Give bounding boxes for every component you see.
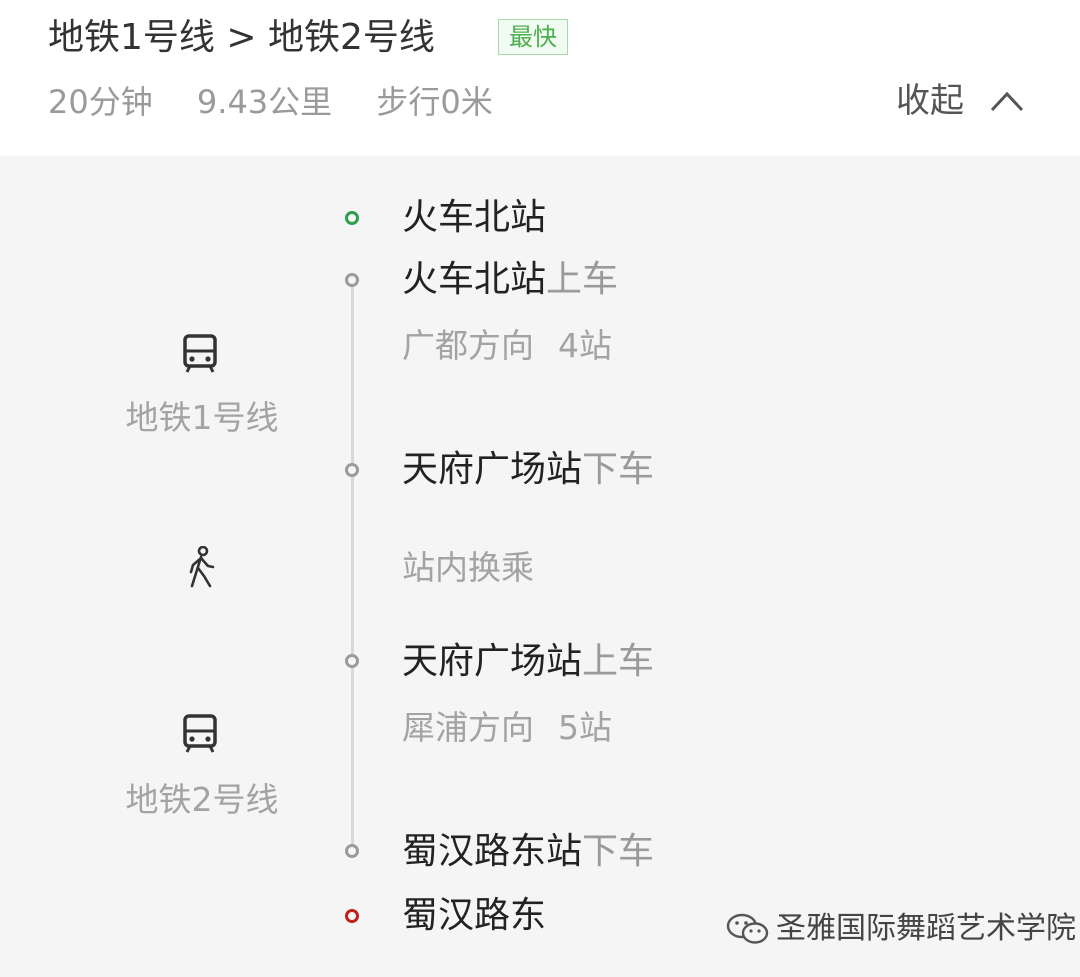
board-stop-line2: 天府广场站上车	[402, 638, 654, 686]
board-station-name: 天府广场站	[402, 641, 583, 682]
watermark-text: 圣雅国际舞蹈艺术学院	[776, 911, 1076, 946]
line-label-line2: 地铁2号线	[125, 780, 279, 819]
end-station: 蜀汉路东	[402, 895, 547, 936]
walking-distance-text: 步行0米	[376, 83, 493, 121]
distance-text: 9.43公里	[196, 83, 333, 121]
route-steps: 火车北站 火车北站上车 广都方向 4站 地铁1号线 天府广场站下车 站内换乘 天府…	[0, 156, 1080, 977]
board-stop-line1: 火车北站上车	[402, 256, 618, 304]
alight-station-name: 天府广场站	[402, 449, 583, 490]
alight-action: 下车	[582, 831, 655, 872]
alight-stop-line2: 蜀汉路东站下车	[402, 828, 654, 876]
watermark: 圣雅国际舞蹈艺术学院	[726, 906, 1076, 952]
direction-line2: 犀浦方向 5站	[402, 706, 612, 750]
board-action: 上车	[582, 641, 655, 682]
direction-text: 广都方向	[402, 326, 534, 365]
start-node	[345, 211, 359, 225]
stop-count: 4站	[558, 326, 612, 365]
alight-node-line2	[345, 844, 359, 858]
chevron-up-icon	[990, 91, 1024, 112]
direction-text: 犀浦方向	[402, 708, 534, 747]
collapse-label: 收起	[896, 81, 964, 121]
start-station: 火车北站	[402, 197, 547, 238]
board-station-name: 火车北站	[402, 259, 547, 300]
transfer-text: 站内换乘	[402, 548, 534, 587]
alight-action: 下车	[582, 449, 655, 490]
wechat-icon	[726, 913, 769, 944]
subway-icon	[183, 714, 217, 753]
route-summary: 20分钟 9.43公里 步行0米	[48, 80, 527, 124]
route-header[interactable]: 地铁1号线 > 地铁2号线 最快 20分钟 9.43公里 步行0米 收起	[0, 0, 1080, 156]
board-node-line2	[345, 654, 359, 668]
stop-count: 5站	[558, 708, 612, 747]
line-label-line1: 地铁1号线	[125, 398, 279, 437]
alight-stop-line1: 天府广场站下车	[402, 446, 654, 494]
direction-line1: 广都方向 4站	[402, 324, 612, 368]
board-node-line1	[345, 273, 359, 287]
fastest-badge: 最快	[498, 19, 568, 55]
alight-station-name: 蜀汉路东站	[402, 831, 583, 872]
alight-node-line1	[345, 463, 359, 477]
duration-text: 20分钟	[48, 83, 153, 121]
route-title: 地铁1号线 > 地铁2号线	[48, 17, 435, 58]
subway-icon	[183, 334, 217, 373]
board-action: 上车	[546, 259, 619, 300]
collapse-button[interactable]: 收起	[896, 78, 1024, 124]
end-node	[345, 909, 359, 923]
timeline-line	[351, 280, 354, 852]
walking-person-icon	[189, 546, 215, 588]
